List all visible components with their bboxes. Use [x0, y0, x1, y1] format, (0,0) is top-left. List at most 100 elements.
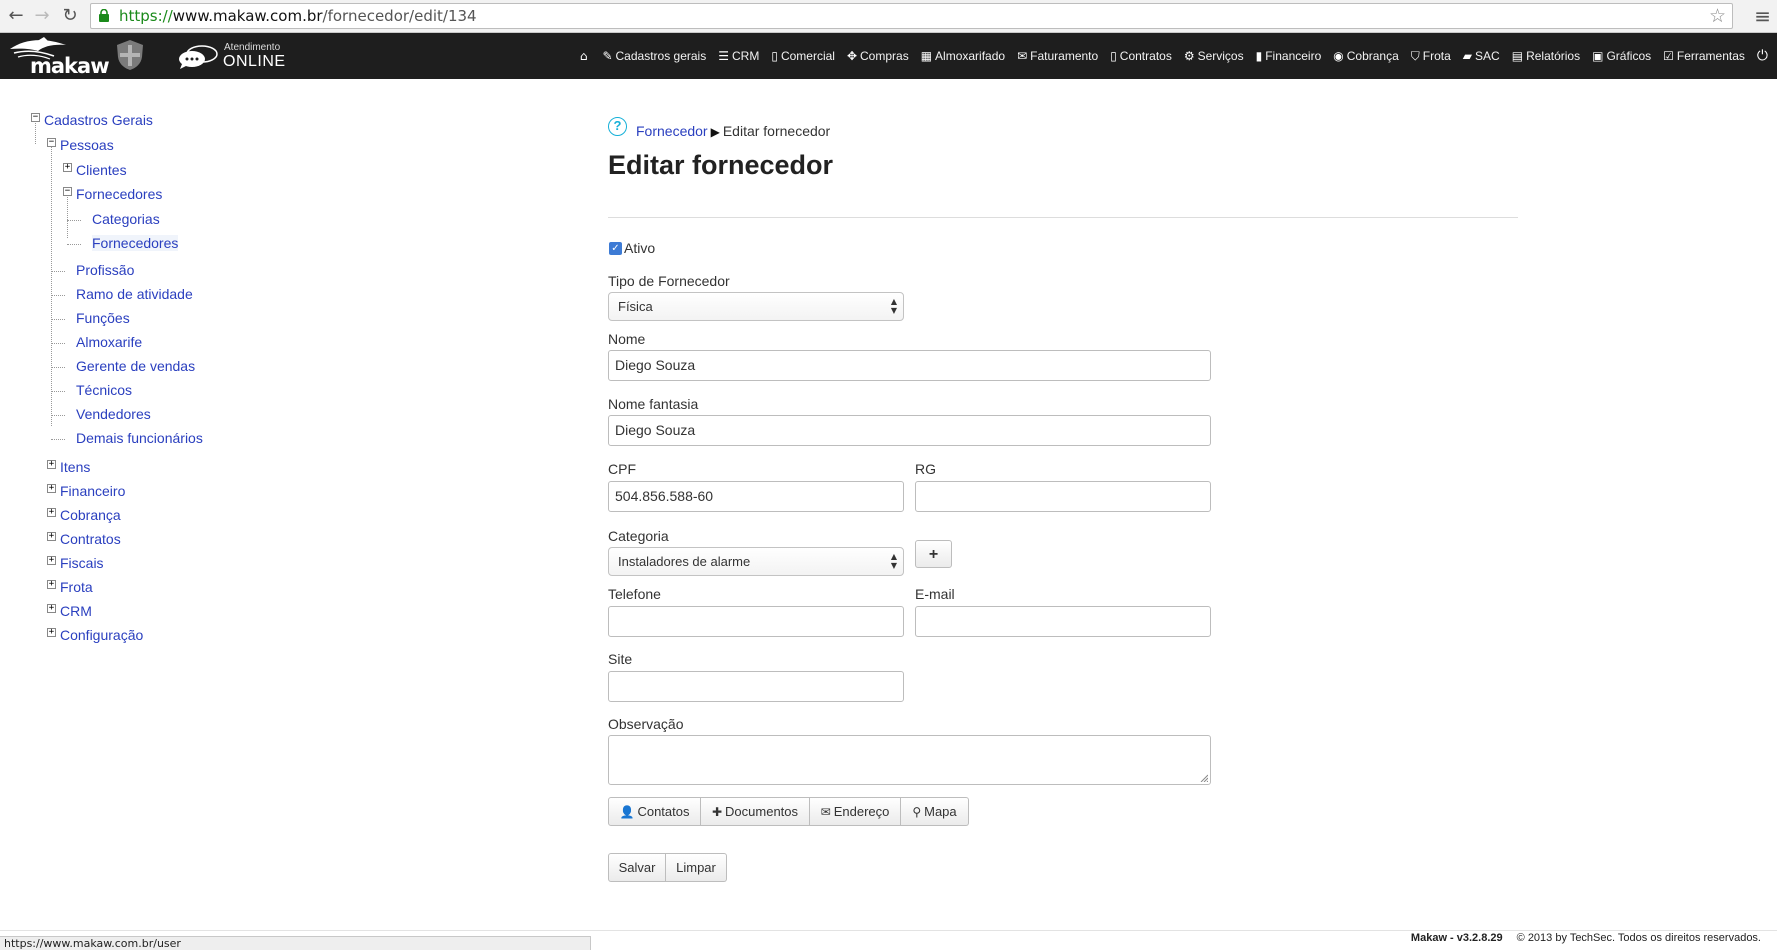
ativo-checkbox[interactable]: ✓ — [609, 242, 622, 255]
tree-link[interactable]: CRM — [60, 603, 92, 619]
back-icon[interactable]: ← — [5, 4, 27, 28]
tree-link[interactable]: Clientes — [76, 162, 127, 178]
nav-ferramentas[interactable]: ☑ Ferramentas — [1657, 33, 1751, 79]
nav-home[interactable]: ⌂ — [574, 33, 597, 79]
tree-item-contratos[interactable]: Contratos — [60, 529, 121, 549]
atendimento-online[interactable]: Atendimento ONLINE — [178, 41, 288, 73]
shield-icon[interactable] — [116, 39, 144, 71]
limpar-button[interactable]: Limpar — [666, 853, 727, 882]
expand-icon[interactable]: + — [47, 604, 56, 613]
tree-item-pessoas[interactable]: Pessoas — [60, 135, 114, 155]
tree-link[interactable]: Pessoas — [60, 137, 114, 153]
tree-link[interactable]: Almoxarife — [76, 334, 142, 350]
cpf-input[interactable]: 504.856.588-60 — [608, 481, 904, 512]
tree-item-demais-funcionarios[interactable]: Demais funcionários — [76, 428, 203, 448]
contatos-button[interactable]: 👤 Contatos — [608, 797, 701, 826]
expand-icon[interactable]: + — [47, 580, 56, 589]
nav-relatorios[interactable]: ▤ Relatórios — [1506, 33, 1586, 79]
tree-item-itens[interactable]: Itens — [60, 457, 90, 477]
tree-item-cobranca[interactable]: Cobrança — [60, 505, 121, 525]
endereco-button[interactable]: ✉ Endereço — [810, 797, 901, 826]
tree-link[interactable]: Profissão — [76, 262, 134, 278]
tree-item-fornecedores[interactable]: Fornecedores — [92, 233, 179, 253]
email-input[interactable] — [915, 606, 1211, 637]
nav-logout[interactable]: ⏻ — [1751, 33, 1777, 79]
address-bar[interactable]: https://www.makaw.com.br/fornecedor/edit… — [90, 3, 1733, 29]
bookmark-star-icon[interactable]: ☆ — [1709, 4, 1726, 28]
add-categoria-button[interactable]: + — [915, 540, 952, 568]
nav-crm[interactable]: ☰ CRM — [712, 33, 765, 79]
nav-frota[interactable]: ⛉ Frota — [1405, 33, 1457, 79]
expand-icon[interactable]: + — [63, 163, 72, 172]
forward-icon[interactable]: → — [31, 4, 53, 28]
browser-menu-icon[interactable]: ≡ — [1754, 3, 1771, 29]
expand-icon[interactable]: + — [47, 508, 56, 517]
tree-item-categorias[interactable]: Categorias — [92, 209, 160, 229]
help-icon[interactable]: ? — [608, 117, 627, 136]
tree-link[interactable]: Demais funcionários — [76, 430, 203, 446]
tree-item-fiscais[interactable]: Fiscais — [60, 553, 104, 573]
tree-link[interactable]: Categorias — [92, 211, 160, 227]
breadcrumb-parent-link[interactable]: Fornecedor — [636, 123, 708, 139]
tree-link[interactable]: Configuração — [60, 627, 143, 643]
nome-input[interactable]: Diego Souza — [608, 350, 1211, 381]
tree-item-crm[interactable]: CRM — [60, 601, 92, 621]
tree-item-almoxarife[interactable]: Almoxarife — [76, 332, 142, 352]
makaw-logo[interactable]: makaw — [4, 35, 110, 78]
nav-almoxarifado[interactable]: ▦ Almoxarifado — [915, 33, 1011, 79]
nav-cadastros-gerais[interactable]: ✎ Cadastros gerais — [596, 33, 712, 79]
observacao-textarea[interactable] — [608, 735, 1211, 785]
tree-item-cadastros-gerais[interactable]: Cadastros Gerais — [44, 110, 153, 130]
salvar-button[interactable]: Salvar — [608, 853, 666, 882]
resize-grip-icon[interactable] — [1200, 774, 1208, 782]
rg-input[interactable] — [915, 481, 1211, 512]
tree-link[interactable]: Gerente de vendas — [76, 358, 195, 374]
nav-faturamento[interactable]: ✉ Faturamento — [1011, 33, 1104, 79]
nav-servicos[interactable]: ⚙ Serviços — [1178, 33, 1250, 79]
nav-sac[interactable]: ▰ SAC — [1457, 33, 1506, 79]
tree-link[interactable]: Cobrança — [60, 507, 121, 523]
tree-item-configuracao[interactable]: Configuração — [60, 625, 143, 645]
tree-link[interactable]: Financeiro — [60, 483, 125, 499]
tree-item-ramo-atividade[interactable]: Ramo de atividade — [76, 284, 193, 304]
tree-item-tecnicos[interactable]: Técnicos — [76, 380, 132, 400]
tree-link[interactable]: Fiscais — [60, 555, 104, 571]
reload-icon[interactable]: ↻ — [59, 4, 81, 28]
expand-icon[interactable]: + — [47, 628, 56, 637]
tree-link[interactable]: Ramo de atividade — [76, 286, 193, 302]
tree-link[interactable]: Técnicos — [76, 382, 132, 398]
expand-icon[interactable]: + — [47, 556, 56, 565]
tree-link[interactable]: Funções — [76, 310, 130, 326]
tree-item-clientes[interactable]: Clientes — [76, 160, 127, 180]
nav-compras[interactable]: ✥ Compras — [841, 33, 915, 79]
mapa-button[interactable]: ⚲ Mapa — [901, 797, 969, 826]
tree-item-vendedores[interactable]: Vendedores — [76, 404, 151, 424]
nav-comercial[interactable]: ▯ Comercial — [765, 33, 841, 79]
expand-icon[interactable]: + — [47, 460, 56, 469]
tree-item-financeiro[interactable]: Financeiro — [60, 481, 125, 501]
tree-link[interactable]: Frota — [60, 579, 93, 595]
collapse-icon[interactable]: − — [47, 138, 56, 147]
nav-contratos[interactable]: ▯ Contratos — [1104, 33, 1178, 79]
collapse-icon[interactable]: − — [63, 187, 72, 196]
tree-link[interactable]: Fornecedores — [76, 186, 162, 202]
tree-link[interactable]: Contratos — [60, 531, 121, 547]
tree-link-current[interactable]: Fornecedores — [92, 235, 179, 251]
tree-link[interactable]: Vendedores — [76, 406, 151, 422]
nav-cobranca[interactable]: ◉ Cobrança — [1327, 33, 1405, 79]
tree-link[interactable]: Itens — [60, 459, 90, 475]
expand-icon[interactable]: + — [47, 532, 56, 541]
nav-financeiro[interactable]: ▮ Financeiro — [1250, 33, 1328, 79]
tree-item-fornecedores-group[interactable]: Fornecedores — [76, 184, 162, 204]
tree-item-gerente-vendas[interactable]: Gerente de vendas — [76, 356, 195, 376]
collapse-icon[interactable]: − — [31, 113, 40, 122]
categoria-select[interactable]: Instaladores de alarme ▲ ▼ — [608, 547, 904, 576]
tipo-fornecedor-select[interactable]: Física ▲ ▼ — [608, 292, 904, 321]
site-input[interactable] — [608, 671, 904, 702]
expand-icon[interactable]: + — [47, 484, 56, 493]
tree-item-funcoes[interactable]: Funções — [76, 308, 130, 328]
tree-link[interactable]: Cadastros Gerais — [44, 112, 153, 128]
tree-item-frota[interactable]: Frota — [60, 577, 93, 597]
tree-item-profissao[interactable]: Profissão — [76, 260, 134, 280]
telefone-input[interactable] — [608, 606, 904, 637]
